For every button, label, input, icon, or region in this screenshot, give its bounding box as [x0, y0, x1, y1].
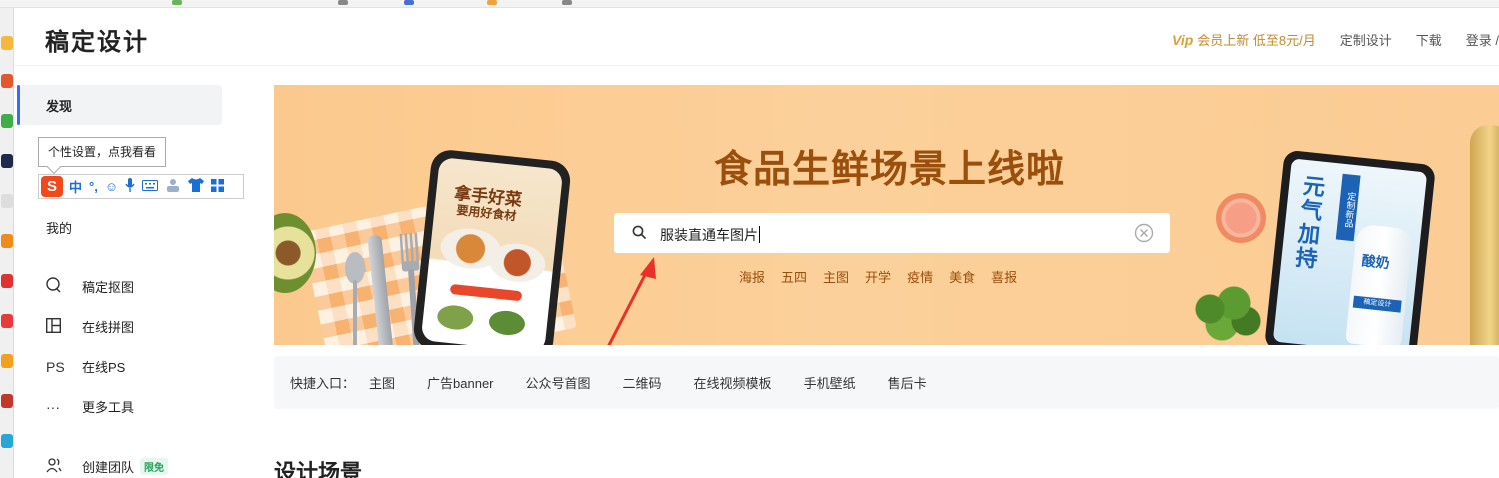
search-tag[interactable]: 海报 — [739, 267, 765, 286]
emoji-icon[interactable]: ☺ — [105, 179, 118, 194]
quick-entry-item[interactable]: 主图 — [369, 373, 395, 392]
sidebar-item-label: 在线PS — [82, 360, 126, 375]
weibo-icon[interactable] — [1, 74, 13, 88]
skin-icon[interactable] — [188, 178, 205, 195]
app-icon[interactable] — [1, 394, 13, 408]
left-sidebar: 发现 个性设置，点我看看 S 中 °, ☺ 我的 稿定抠图 在线拼图 PS 在线… — [14, 66, 244, 478]
vip-icon: Vip — [1172, 31, 1194, 48]
bottle-decoration — [1470, 125, 1499, 345]
header-actions: Vip 会员上新 低至8元/月 定制设计 下载 登录 / — [1172, 30, 1499, 49]
section-title: 设计场景 — [274, 461, 363, 478]
quick-entry-item[interactable]: 广告banner — [427, 373, 493, 392]
browser-bookmark-strip — [0, 0, 1499, 8]
clear-search-icon[interactable] — [1134, 223, 1154, 243]
ime-toolbar[interactable]: S 中 °, ☺ — [38, 174, 244, 199]
sidebar-item-label: 发现 — [46, 99, 73, 114]
toolbox-grid-icon[interactable] — [211, 178, 225, 195]
app-icon[interactable] — [1, 194, 13, 208]
search-tag[interactable]: 喜报 — [991, 267, 1017, 286]
spoon-decoration — [345, 252, 365, 345]
sidebar-item-cutout[interactable]: 稿定抠图 — [46, 277, 134, 296]
yogurt-bottle: 酸奶 稿定设计 — [1344, 223, 1414, 345]
top-header: 稿定设计 Vip 会员上新 低至8元/月 定制设计 下载 登录 / — [14, 8, 1499, 66]
quick-entry-label: 快捷入口： — [290, 376, 356, 391]
chinese-mode-icon[interactable]: 中 — [69, 177, 82, 196]
grapefruit-decoration — [1216, 193, 1266, 243]
vip-promo-text: 会员上新 低至8元/月 — [1197, 33, 1316, 48]
search-tag[interactable]: 主图 — [823, 267, 849, 286]
bottle-brand: 稿定设计 — [1352, 295, 1402, 313]
app-icon[interactable] — [1, 354, 13, 368]
keyboard-icon[interactable] — [142, 179, 159, 194]
broccoli-decoration — [1186, 285, 1266, 345]
sidebar-item-discover[interactable]: 发现 — [17, 85, 222, 125]
sidebar-item-create-team[interactable]: 创建团队 限免 — [46, 457, 169, 476]
sidebar-item-label: 创建团队 — [82, 460, 135, 475]
free-badge: 限免 — [140, 458, 169, 475]
tablet-screen: 元气加持 定制新品 酸奶 稿定设计 — [1272, 158, 1428, 345]
hot-search-tags: 海报 五四 主图 开学 疫情 美食 喜报 — [739, 267, 1033, 286]
avocado-decoration — [274, 213, 316, 293]
sidebar-item-label: 稿定抠图 — [82, 280, 135, 295]
bottle-label: 酸奶 — [1360, 252, 1391, 272]
phone-mockup: 拿手好菜 要用好食材 — [411, 148, 573, 345]
search-tag[interactable]: 五四 — [781, 267, 807, 286]
cutout-icon — [46, 277, 66, 296]
dish-image — [487, 240, 548, 285]
browser-favorites-sidebar — [0, 8, 14, 478]
search-query-text: 服装直通车图片 — [660, 227, 758, 243]
search-tag[interactable]: 美食 — [949, 267, 975, 286]
banner-title: 食品生鲜场景上线啦 — [714, 147, 1066, 191]
ps-icon: PS — [46, 358, 65, 375]
tablet-tag: 定制新品 — [1335, 173, 1361, 242]
search-input-value[interactable]: 服装直通车图片 — [660, 225, 760, 245]
app-icon[interactable] — [1, 274, 13, 288]
login-link[interactable]: 登录 / — [1466, 30, 1499, 49]
search-tag[interactable]: 疫情 — [907, 267, 933, 286]
promo-bar — [449, 283, 523, 302]
sidebar-item-collage[interactable]: 在线拼图 — [45, 317, 135, 336]
tablet-headline: 元气加持 — [1290, 173, 1326, 272]
quick-entry-item[interactable]: 在线视频模板 — [694, 373, 772, 392]
search-icon[interactable] — [632, 225, 646, 239]
custom-design-link[interactable]: 定制设计 — [1340, 30, 1392, 49]
tablet-mockup: 元气加持 定制新品 酸奶 稿定设计 — [1263, 149, 1437, 345]
app-icon[interactable] — [1, 154, 13, 168]
search-tag[interactable]: 开学 — [865, 267, 891, 286]
quick-entry-item[interactable]: 售后卡 — [888, 373, 927, 392]
sidebar-item-mine[interactable]: 我的 — [46, 218, 72, 237]
vip-promo-link[interactable]: Vip 会员上新 低至8元/月 — [1172, 30, 1316, 49]
sidebar-item-label: 更多工具 — [82, 400, 135, 415]
sogou-logo-icon[interactable]: S — [41, 176, 63, 197]
app-icon[interactable] — [1, 114, 13, 128]
phone-screen: 拿手好菜 要用好食材 — [420, 157, 564, 345]
quick-entry-bar: 快捷入口： 主图 广告banner 公众号首图 二维码 在线视频模板 手机壁纸 … — [274, 356, 1499, 409]
hero-banner[interactable]: 拿手好菜 要用好食材 食品生鲜场景上线啦 服装直通车图片 海报 五四 主图 开学… — [274, 85, 1499, 345]
user-tools-icon[interactable] — [165, 178, 181, 195]
text-caret — [759, 226, 760, 243]
app-icon[interactable] — [1, 434, 13, 448]
sidebar-item-more-tools[interactable]: ··· 更多工具 — [46, 397, 134, 416]
sidebar-item-label: 在线拼图 — [82, 320, 135, 335]
voice-icon[interactable] — [125, 178, 135, 195]
ime-tooltip: 个性设置，点我看看 — [38, 137, 167, 167]
sidebar-item-online-ps[interactable]: PS 在线PS — [46, 357, 125, 376]
punctuation-icon[interactable]: °, — [89, 179, 98, 194]
more-icon: ··· — [46, 398, 60, 415]
app-icon[interactable] — [1, 314, 13, 328]
favorite-star-icon[interactable] — [1, 36, 13, 50]
quick-entry-item[interactable]: 公众号首图 — [526, 373, 591, 392]
download-link[interactable]: 下载 — [1416, 30, 1442, 49]
site-logo[interactable]: 稿定设计 — [45, 22, 149, 57]
vegetable-image — [487, 309, 527, 337]
team-icon — [46, 457, 66, 476]
collage-icon — [45, 317, 66, 336]
quick-entry-item[interactable]: 二维码 — [623, 373, 662, 392]
quick-entry-item[interactable]: 手机壁纸 — [804, 373, 856, 392]
search-input[interactable]: 服装直通车图片 — [614, 213, 1170, 253]
app-icon[interactable] — [1, 234, 13, 248]
red-annotation-arrow-icon — [607, 257, 656, 345]
vegetable-image — [436, 303, 475, 332]
